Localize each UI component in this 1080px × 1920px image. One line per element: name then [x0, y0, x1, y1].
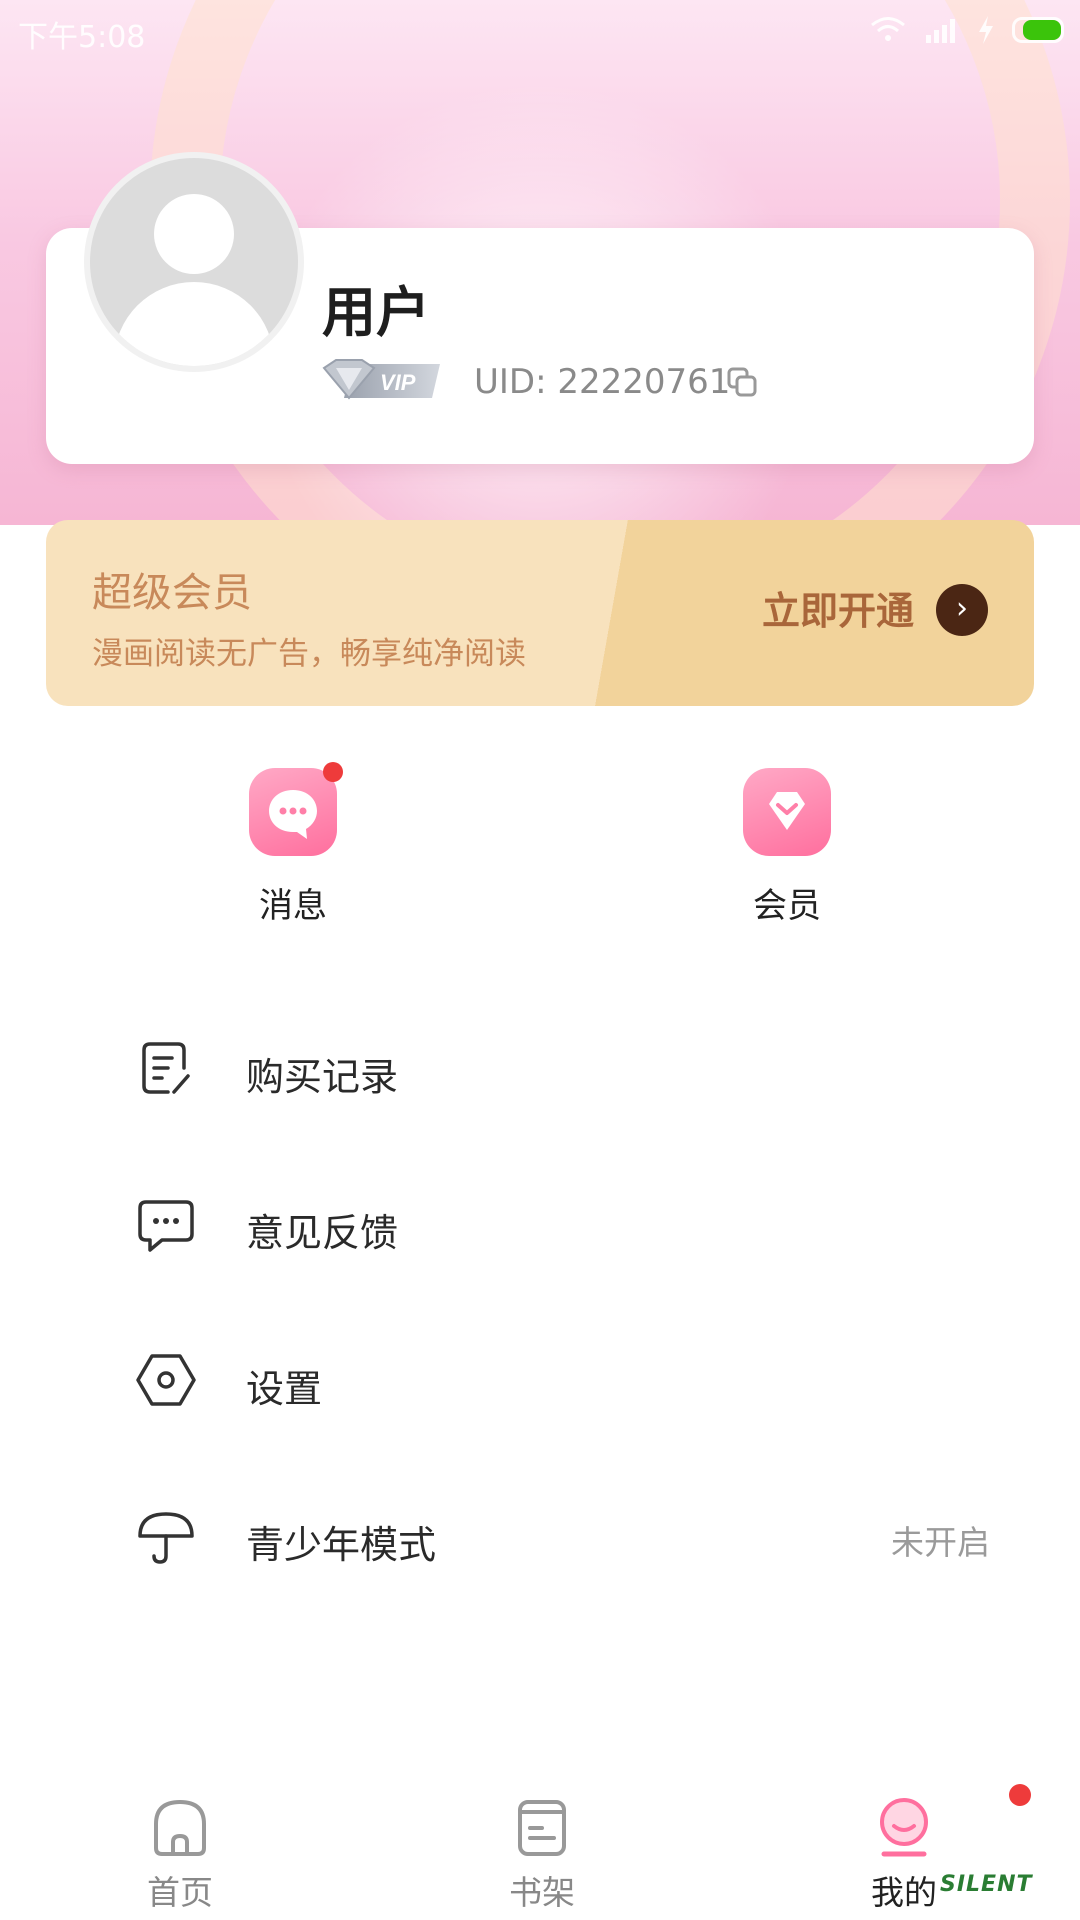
- message-icon: [249, 762, 343, 856]
- menu-label: 青少年模式: [246, 1523, 437, 1567]
- user-uid: UID: 22220761: [474, 362, 731, 402]
- profile-icon: [880, 1798, 928, 1857]
- feedback-icon: [138, 1200, 194, 1252]
- bookshelf-icon: [518, 1800, 566, 1856]
- battery-icon: [1012, 17, 1064, 43]
- menu-settings[interactable]: 设置: [0, 1328, 1080, 1438]
- shortcut-label: 消息: [259, 886, 327, 926]
- tab-bookshelf[interactable]: 书架: [462, 1780, 622, 1914]
- watermark-logo: SILENT: [940, 1872, 1033, 1897]
- home-icon: [154, 1799, 206, 1856]
- menu-purchase-records[interactable]: 购买记录: [0, 1016, 1080, 1126]
- wifi-icon: [871, 17, 905, 41]
- avatar[interactable]: [84, 152, 304, 372]
- bottom-tab-bar: 首页 书架 我的: [0, 1780, 1080, 1920]
- settings-icon: [136, 1354, 196, 1406]
- menu-label: 购买记录: [246, 1055, 399, 1099]
- chevron-right-icon[interactable]: ›: [936, 584, 988, 636]
- purchase-record-icon: [142, 1042, 190, 1094]
- tab-label: 首页: [147, 1873, 213, 1912]
- user-name: 用户: [322, 281, 430, 344]
- menu-label: 意见反馈: [246, 1211, 399, 1255]
- shortcut-membership[interactable]: 会员: [707, 768, 867, 927]
- status-time: 下午5:08: [18, 20, 146, 55]
- notification-dot: [323, 762, 343, 782]
- menu-feedback[interactable]: 意见反馈: [0, 1172, 1080, 1282]
- svg-text:VIP: VIP: [380, 370, 416, 395]
- diamond-icon: [743, 768, 831, 856]
- teen-mode-status: 未开启: [891, 1523, 990, 1562]
- vip-badge-icon: VIP: [322, 359, 440, 400]
- vip-banner[interactable]: 超级会员 漫画阅读无广告，畅享纯净阅读 立即开通 ›: [46, 520, 1034, 706]
- umbrella-icon: [138, 1512, 194, 1564]
- shortcut-messages[interactable]: 消息: [213, 762, 373, 927]
- status-bar: 下午5:08: [0, 0, 1080, 62]
- tab-home[interactable]: 首页: [100, 1780, 260, 1914]
- vip-banner-title: 超级会员: [92, 570, 252, 616]
- tab-label: 书架: [509, 1873, 575, 1912]
- shortcut-label: 会员: [753, 886, 821, 926]
- menu-teen-mode[interactable]: 青少年模式 未开启: [0, 1484, 1080, 1594]
- copy-icon[interactable]: [726, 366, 758, 398]
- status-icons: [870, 16, 1064, 44]
- signal-icon: [926, 19, 955, 43]
- vip-activate-button[interactable]: 立即开通: [762, 580, 914, 635]
- charging-icon: [979, 16, 993, 44]
- menu-label: 设置: [246, 1367, 323, 1411]
- notification-dot: [1009, 1784, 1031, 1806]
- vip-banner-subtitle: 漫画阅读无广告，畅享纯净阅读: [92, 636, 526, 672]
